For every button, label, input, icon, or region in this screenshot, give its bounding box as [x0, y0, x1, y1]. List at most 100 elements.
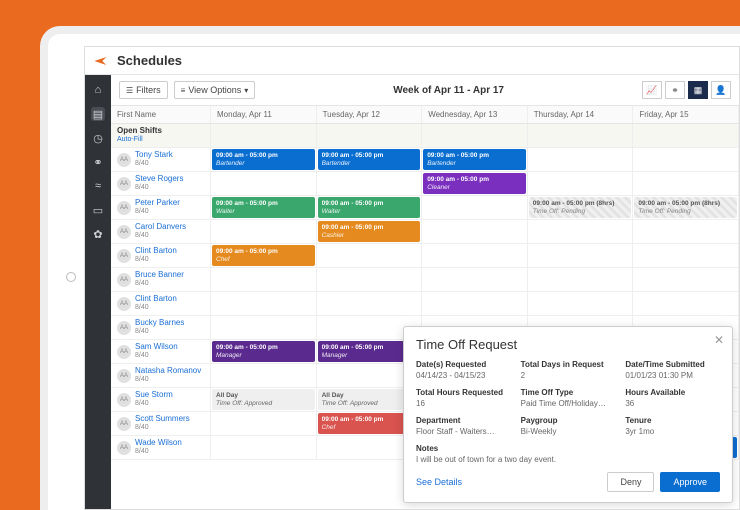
shift-block[interactable]: 09:00 am - 05:00 pmWaiter	[318, 197, 421, 218]
employee-hours: 8/40	[135, 184, 183, 192]
employee-row: AA Tony Stark 8/40 09:00 am - 05:00 pmBa…	[111, 148, 739, 172]
nav-schedule-icon[interactable]: ▤	[91, 107, 105, 121]
avatar: AA	[117, 153, 131, 167]
week-label: Week of Apr 11 - Apr 17	[393, 85, 504, 96]
employee-name[interactable]: Clint Barton	[135, 295, 177, 304]
avatar: AA	[117, 297, 131, 311]
employee-row: AA Clint Barton 8/40 09:00 am - 05:00 pm…	[111, 244, 739, 268]
employee-name[interactable]: Sue Storm	[135, 391, 173, 400]
avatar: AA	[117, 225, 131, 239]
people-icon: ⚭	[671, 85, 679, 96]
employee-name[interactable]: Bucky Barnes	[135, 319, 184, 328]
employee-row: AA Carol Danvers 8/40 09:00 am - 05:00 p…	[111, 220, 739, 244]
view-options-button[interactable]: ≡ View Options ▾	[174, 81, 256, 99]
employee-name[interactable]: Steve Rogers	[135, 175, 183, 184]
employee-name[interactable]: Bruce Banner	[135, 271, 184, 280]
shift-block[interactable]: 09:00 am - 05:00 pmCleaner	[423, 173, 526, 194]
shift-block[interactable]: 09:00 am - 05:00 pmBartender	[423, 149, 526, 170]
tablet-home-button	[66, 272, 76, 282]
shift-block[interactable]: 09:00 am - 05:00 pmBartender	[212, 149, 315, 170]
panel-title: Time Off Request	[416, 337, 720, 352]
field-label: Total Hours Requested	[416, 388, 511, 397]
field-value: 04/14/23 - 04/15/23	[416, 371, 511, 380]
field-label: Paygroup	[521, 416, 616, 425]
employee-hours: 8/40	[135, 160, 173, 168]
employee-name[interactable]: Clint Barton	[135, 247, 177, 256]
notes-value: I will be out of town for a two day even…	[416, 455, 720, 464]
view-chart-button[interactable]: 📈	[642, 81, 662, 99]
employee-hours: 8/40	[135, 328, 184, 336]
field-value: Paid Time Off/Holiday…	[521, 399, 616, 408]
timeoff-block[interactable]: 09:00 am - 05:00 pm (8hrs)Time Off: Pend…	[529, 197, 632, 218]
nav-settings-icon[interactable]: ✿	[91, 227, 105, 241]
employee-hours: 8/40	[135, 256, 177, 264]
avatar: AA	[117, 177, 131, 191]
avatar: AA	[117, 249, 131, 263]
field-value: Bi-Weekly	[521, 427, 616, 436]
field-label: Total Days in Request	[521, 360, 616, 369]
column-header-day[interactable]: Tuesday, Apr 12	[317, 106, 423, 123]
grid-icon: ▦	[694, 85, 703, 96]
employee-name[interactable]: Carol Danvers	[135, 223, 186, 232]
see-details-link[interactable]: See Details	[416, 477, 462, 487]
view-people-button[interactable]: ⚭	[665, 81, 685, 99]
nav-clock-icon[interactable]: ◷	[91, 131, 105, 145]
view-options-label: View Options	[188, 85, 241, 95]
field-value: 3yr 1mo	[625, 427, 720, 436]
field-value: 01/01/23 01:30 PM	[625, 371, 720, 380]
filter-icon: ☰	[126, 86, 133, 95]
avatar: AA	[117, 417, 131, 431]
employee-row: AA Peter Parker 8/40 09:00 am - 05:00 pm…	[111, 196, 739, 220]
field-value: 36	[625, 399, 720, 408]
employee-hours: 8/40	[135, 232, 186, 240]
nav-people-icon[interactable]: ⚭	[91, 155, 105, 169]
employee-name[interactable]: Scott Summers	[135, 415, 190, 424]
field-label: Date/Time Submitted	[625, 360, 720, 369]
column-header-day[interactable]: Monday, Apr 11	[211, 106, 317, 123]
nav-chat-icon[interactable]: ▭	[91, 203, 105, 217]
field-label: Tenure	[625, 416, 720, 425]
column-header-name[interactable]: First Name	[111, 106, 211, 123]
shift-block[interactable]: 09:00 am - 05:00 pmChef	[212, 245, 315, 266]
avatar: AA	[117, 393, 131, 407]
employee-name[interactable]: Tony Stark	[135, 151, 173, 160]
filters-button[interactable]: ☰ Filters	[119, 81, 168, 99]
view-grid-button[interactable]: ▦	[688, 81, 708, 99]
employee-name[interactable]: Sam Wilson	[135, 343, 178, 352]
open-shifts-autofill[interactable]: Auto-Fill	[117, 136, 162, 144]
column-header-day[interactable]: Friday, Apr 15	[633, 106, 739, 123]
close-icon[interactable]: ✕	[714, 333, 724, 347]
shift-block[interactable]: 09:00 am - 05:00 pmManager	[212, 341, 315, 362]
employee-name[interactable]: Natasha Romanov	[135, 367, 201, 376]
page-title: Schedules	[117, 53, 182, 68]
employee-name[interactable]: Wade Wilson	[135, 439, 182, 448]
column-header-day[interactable]: Thursday, Apr 14	[528, 106, 634, 123]
avatar: AA	[117, 321, 131, 335]
app-logo-icon	[93, 53, 109, 69]
shift-block[interactable]: 09:00 am - 05:00 pmWaiter	[212, 197, 315, 218]
field-value: Floor Staff - Waiters…	[416, 427, 511, 436]
filters-label: Filters	[136, 85, 161, 95]
deny-button[interactable]: Deny	[607, 472, 654, 492]
employee-name[interactable]: Peter Parker	[135, 199, 180, 208]
field-label: Date(s) Requested	[416, 360, 511, 369]
view-user-button[interactable]: 👤	[711, 81, 731, 99]
left-nav: ⌂ ▤ ◷ ⚭ ≈ ▭ ✿	[85, 75, 111, 509]
chart-icon: 📈	[646, 85, 657, 96]
chevron-down-icon: ▾	[244, 86, 248, 95]
list-icon: ≡	[181, 86, 186, 95]
timeoff-approved-block[interactable]: All DayTime Off: Approved	[212, 389, 315, 410]
approve-button[interactable]: Approve	[660, 472, 720, 492]
nav-analytics-icon[interactable]: ≈	[91, 179, 105, 193]
shift-block[interactable]: 09:00 am - 05:00 pmBartender	[318, 149, 421, 170]
employee-row: AA Bruce Banner 8/40	[111, 268, 739, 292]
avatar: AA	[117, 441, 131, 455]
shift-block[interactable]: 09:00 am - 05:00 pmCashier	[318, 221, 421, 242]
avatar: AA	[117, 345, 131, 359]
field-label: Time Off Type	[521, 388, 616, 397]
column-header-day[interactable]: Wednesday, Apr 13	[422, 106, 528, 123]
nav-home-icon[interactable]: ⌂	[91, 83, 105, 97]
employee-hours: 8/40	[135, 448, 182, 456]
timeoff-block[interactable]: 09:00 am - 05:00 pm (8hrs)Time Off: Pend…	[634, 197, 737, 218]
user-icon: 👤	[715, 85, 726, 96]
